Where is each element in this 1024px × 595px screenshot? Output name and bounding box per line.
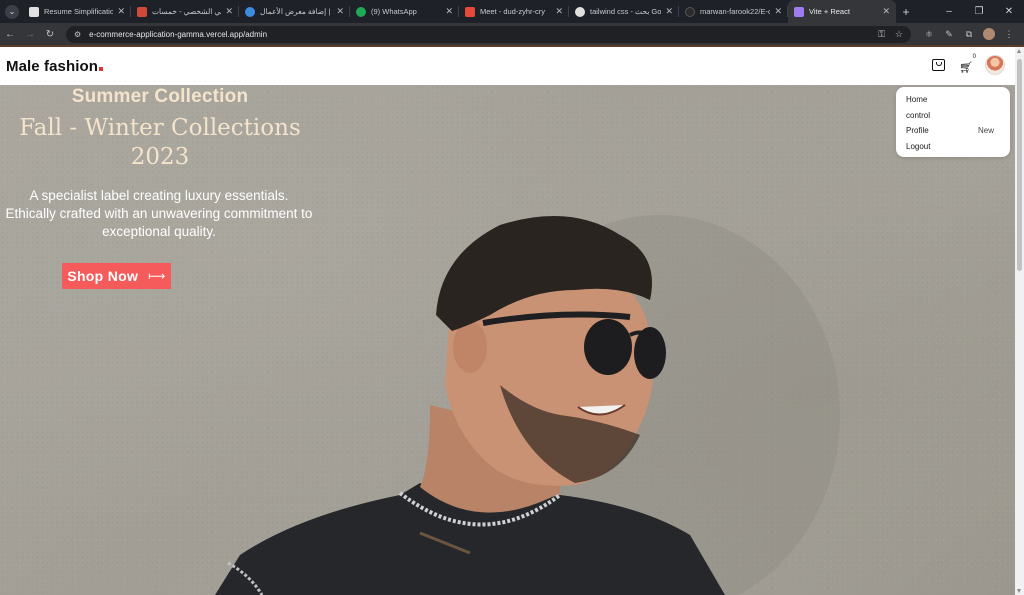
vite-icon xyxy=(794,6,804,17)
tab-title: Meet - dud-zyhr-cry xyxy=(480,7,546,16)
bookmark-star-icon[interactable]: ☆ xyxy=(895,29,903,40)
scroll-up-arrow-icon[interactable] xyxy=(1017,49,1021,53)
cart-count-badge: 0 xyxy=(972,54,976,60)
close-tab-icon[interactable]: ✕ xyxy=(445,6,453,17)
menu-item-logout[interactable]: Logout xyxy=(906,140,1000,156)
tab-vite-react[interactable]: Vite + React ✕ xyxy=(788,0,896,23)
eyedropper-icon[interactable]: ✎ xyxy=(939,29,959,40)
tab-whatsapp[interactable]: (9) WhatsApp ✕ xyxy=(350,0,459,23)
close-tab-icon[interactable]: ✕ xyxy=(665,6,673,17)
resume-favicon-icon xyxy=(29,6,39,17)
shop-now-button[interactable]: Shop Now ⟼ xyxy=(62,263,171,289)
close-tab-icon[interactable]: ✕ xyxy=(225,6,233,17)
tab-github[interactable]: marwan-farook22/E-com ✕ xyxy=(679,0,788,23)
menu-item-label: control xyxy=(906,110,931,120)
menu-item-label: Home xyxy=(906,95,928,104)
shopping-bag-icon[interactable] xyxy=(932,59,945,71)
new-badge: New xyxy=(977,126,994,135)
window-controls: – ❐ ✕ xyxy=(934,0,1024,23)
tab-title: marwan-farook22/E-com xyxy=(700,7,771,16)
google-icon xyxy=(575,6,585,17)
portfolio-favicon-icon xyxy=(245,6,255,17)
user-avatar[interactable] xyxy=(985,55,1005,75)
menu-item-profile[interactable]: Profile New xyxy=(906,124,1000,140)
menu-item-label: Logout xyxy=(906,141,931,151)
site-info-icon[interactable]: ⚙ xyxy=(74,30,81,39)
logo-text: Male fashion xyxy=(6,57,99,75)
hero-description-line: exceptional quality. xyxy=(102,224,216,239)
khamsat-favicon-icon xyxy=(137,6,147,17)
whatsapp-icon xyxy=(356,6,366,17)
browser-toolbar: ← → ↻ ⚙ e-commerce-application-gamma.ver… xyxy=(0,23,1024,45)
menu-kebab-icon[interactable]: ⋮ xyxy=(999,29,1019,40)
extensions-area: ⚛ ✎ ⧉ ⋮ xyxy=(919,28,1019,40)
react-devtools-icon[interactable]: ⚛ xyxy=(919,29,939,40)
shop-now-label: Shop Now xyxy=(67,268,139,284)
minimize-button[interactable]: – xyxy=(934,0,964,23)
hero-description-line: A specialist label creating luxury essen… xyxy=(29,188,289,203)
menu-item-label: Profile xyxy=(906,126,929,135)
hero-description-line: Ethically crafted with an unwavering com… xyxy=(5,206,313,221)
tab-meet[interactable]: Meet - dud-zyhr-cry ✕ xyxy=(459,0,569,23)
logo-dot-icon xyxy=(99,66,104,71)
close-window-button[interactable]: ✕ xyxy=(994,0,1024,23)
tab-strip: ⌄ Resume Simplification G ✕ ملفي الشخصي … xyxy=(0,0,1024,23)
tab-title: ملفي الشخصي - خمسات xyxy=(152,7,221,16)
new-tab-button[interactable]: + xyxy=(896,5,916,19)
cart-icon: 🛒︎ xyxy=(959,62,973,74)
site-header: Male fashion 🛒︎ 0 xyxy=(0,47,1015,85)
restore-button[interactable]: ❐ xyxy=(964,0,994,23)
profile-avatar-icon[interactable] xyxy=(983,28,995,40)
tab-title: tailwind css - بحث Google xyxy=(590,7,662,16)
github-icon xyxy=(685,6,695,17)
hero-description: A specialist label creating luxury essen… xyxy=(0,187,318,241)
menu-item-home[interactable]: Home xyxy=(906,93,1000,109)
hero-title: Fall - Winter Collections 2023 xyxy=(0,114,320,172)
user-dropdown-menu: Home control Profile New Logout xyxy=(896,87,1010,157)
back-button[interactable]: ← xyxy=(0,29,20,40)
forward-button[interactable]: → xyxy=(20,29,40,40)
site-logo[interactable]: Male fashion xyxy=(6,57,104,75)
close-tab-icon[interactable]: ✕ xyxy=(882,6,890,17)
extensions-puzzle-icon[interactable]: ⧉ xyxy=(959,29,979,40)
reload-button[interactable]: ↻ xyxy=(40,29,60,40)
close-tab-icon[interactable]: ✕ xyxy=(774,6,782,17)
tab-google-search[interactable]: tailwind css - بحث Google ✕ xyxy=(569,0,679,23)
tab-khamsat-profile[interactable]: ملفي الشخصي - خمسات ✕ xyxy=(131,0,239,23)
tab-title: Vite + React xyxy=(809,7,850,16)
menu-item-control[interactable]: control xyxy=(906,109,1000,125)
scrollbar-thumb[interactable] xyxy=(1017,59,1022,271)
tab-title: Resume Simplification G xyxy=(44,7,114,16)
address-bar[interactable]: ⚙ e-commerce-application-gamma.vercel.ap… xyxy=(66,25,911,43)
tab-resume[interactable]: Resume Simplification G ✕ xyxy=(23,0,131,23)
tab-portfolio[interactable]: إضافة معرض الأعمال | ... ✕ xyxy=(239,0,350,23)
tab-search-icon[interactable]: ⌄ xyxy=(5,4,19,19)
hero-title-line: Fall - Winter Collections xyxy=(19,115,301,141)
header-actions: 🛒︎ 0 xyxy=(932,54,1005,75)
page-scrollbar[interactable] xyxy=(1015,47,1024,595)
close-tab-icon[interactable]: ✕ xyxy=(555,6,563,17)
close-tab-icon[interactable]: ✕ xyxy=(117,6,125,17)
meet-favicon-icon xyxy=(465,6,475,17)
hero-title-line: 2023 xyxy=(130,144,190,170)
hero-section: Summer Collection Fall - Winter Collecti… xyxy=(0,85,1015,595)
tab-title: (9) WhatsApp xyxy=(371,7,417,16)
hero-eyebrow: Summer Collection xyxy=(71,86,249,107)
page-viewport: Summer Collection Fall - Winter Collecti… xyxy=(0,47,1015,595)
scroll-down-arrow-icon[interactable] xyxy=(1017,589,1021,593)
tab-title: إضافة معرض الأعمال | ... xyxy=(260,7,332,16)
arrow-right-icon: ⟼ xyxy=(148,269,166,283)
cart-button[interactable]: 🛒︎ 0 xyxy=(959,54,976,74)
password-key-icon[interactable]: ⚿ xyxy=(878,29,885,40)
url-text[interactable]: e-commerce-application-gamma.vercel.app/… xyxy=(89,30,868,39)
close-tab-icon[interactable]: ✕ xyxy=(336,6,344,17)
